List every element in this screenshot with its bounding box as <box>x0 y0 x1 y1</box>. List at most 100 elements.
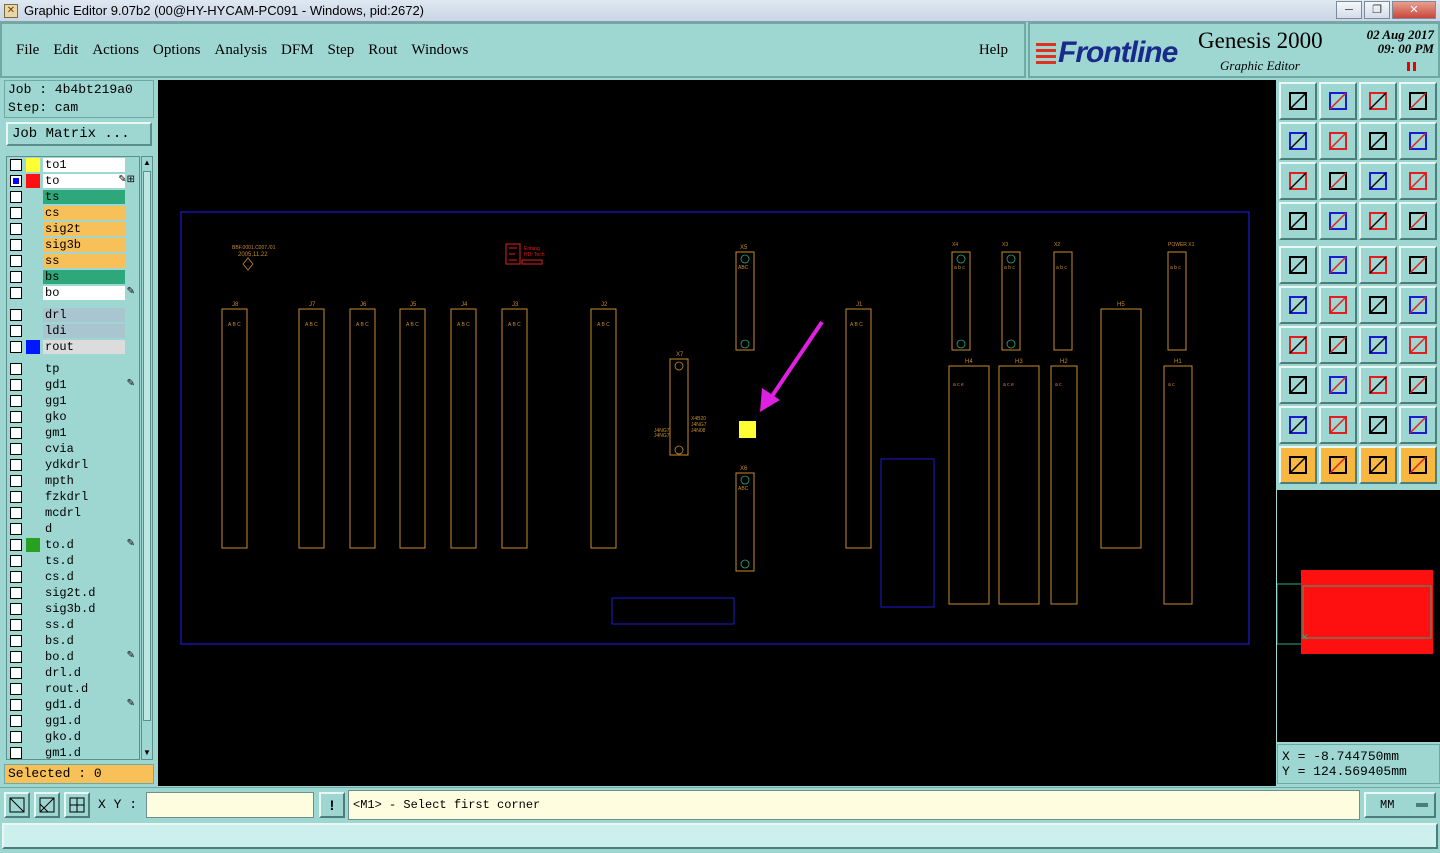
ruler-icon[interactable] <box>1359 246 1397 284</box>
grid-mode-icon[interactable] <box>64 792 90 818</box>
layer-row[interactable]: to.d ✎ <box>7 537 139 553</box>
line-node-icon[interactable] <box>1359 286 1397 324</box>
window-split-icon[interactable] <box>1399 82 1437 120</box>
layer-checkbox[interactable] <box>10 175 22 187</box>
layer-name[interactable]: to.d <box>43 538 125 552</box>
layer-checkbox[interactable] <box>10 539 22 551</box>
scroll-thumb[interactable] <box>143 171 151 721</box>
graphic-canvas[interactable]: BBF.0001.C007./01 2005.11.22 Enfang HDI … <box>158 80 1276 786</box>
layer-row[interactable]: gd1 ✎ <box>7 377 139 393</box>
pointer-box-icon[interactable] <box>1319 446 1357 484</box>
layer-row[interactable]: gm1.d <box>7 745 139 759</box>
layer-checkbox[interactable] <box>10 747 22 759</box>
layer-checkbox[interactable] <box>10 271 22 283</box>
home-view-icon[interactable] <box>1359 82 1397 120</box>
layer-checkbox[interactable] <box>10 427 22 439</box>
layer-checkbox[interactable] <box>10 683 22 695</box>
layer-name[interactable]: ss.d <box>43 618 125 632</box>
layer-row[interactable]: to1 <box>7 157 139 173</box>
layer-name[interactable]: d <box>43 522 125 536</box>
group-icon[interactable] <box>1399 366 1437 404</box>
layer-name[interactable]: cs.d <box>43 570 125 584</box>
layer-checkbox[interactable] <box>10 491 22 503</box>
layer-row[interactable]: sig3b <box>7 237 139 253</box>
layer-row[interactable]: drl.d <box>7 665 139 681</box>
fit-all-icon[interactable] <box>1319 162 1357 200</box>
line-node-2-icon[interactable] <box>1399 286 1437 324</box>
layer-checkbox[interactable] <box>10 571 22 583</box>
layer-name[interactable]: mpth <box>43 474 125 488</box>
layer-checkbox[interactable] <box>10 651 22 663</box>
menu-rout[interactable]: Rout <box>368 42 397 59</box>
layer-row[interactable]: drl <box>7 307 139 323</box>
layer-name[interactable]: rout.d <box>43 682 125 696</box>
pointer-circle-icon[interactable] <box>1359 446 1397 484</box>
layer-row[interactable]: bs <box>7 269 139 285</box>
layer-row[interactable]: gg1 <box>7 393 139 409</box>
menu-dfm[interactable]: DFM <box>281 42 314 59</box>
layer-row[interactable]: gm1 <box>7 425 139 441</box>
layer-name[interactable]: rout <box>43 340 125 354</box>
layer-row[interactable]: rout <box>7 339 139 355</box>
layer-scrollbar[interactable]: ▲ ▼ <box>141 156 153 760</box>
menu-file[interactable]: File <box>16 42 39 59</box>
layer-checkbox[interactable] <box>10 395 22 407</box>
cut-icon[interactable] <box>1319 286 1357 324</box>
layer-row[interactable]: bo.d ✎ <box>7 649 139 665</box>
layer-name[interactable]: ts <box>43 190 125 204</box>
layer-name[interactable]: ydkdrl <box>43 458 125 472</box>
layer-checkbox[interactable] <box>10 325 22 337</box>
layer-name[interactable]: tp <box>43 362 125 376</box>
layer-checkbox[interactable] <box>10 207 22 219</box>
layer-checkbox[interactable] <box>10 159 22 171</box>
layer-row[interactable]: sig2t.d <box>7 585 139 601</box>
layer-checkbox[interactable] <box>10 255 22 267</box>
minimize-icon[interactable]: ─ <box>1336 1 1362 19</box>
layer-name[interactable]: cs <box>43 206 125 220</box>
layer-name[interactable]: gd1.d <box>43 698 125 712</box>
rotate-icon[interactable] <box>1359 326 1397 364</box>
layer-checkbox[interactable] <box>10 475 22 487</box>
scroll-up-icon[interactable]: ▲ <box>142 157 152 169</box>
layer-row[interactable]: gg1.d <box>7 713 139 729</box>
layer-row[interactable]: sig3b.d <box>7 601 139 617</box>
units-select[interactable]: MM <box>1364 792 1436 818</box>
menu-actions[interactable]: Actions <box>92 42 139 59</box>
menu-options[interactable]: Options <box>153 42 201 59</box>
pointer-path-icon[interactable] <box>1399 446 1437 484</box>
layer-row[interactable]: ts.d <box>7 553 139 569</box>
connect-icon[interactable] <box>1279 286 1317 324</box>
close-icon[interactable]: ✕ <box>1392 1 1436 19</box>
layer-row[interactable]: cs <box>7 205 139 221</box>
layer-checkbox[interactable] <box>10 699 22 711</box>
layer-name[interactable]: bo.d <box>43 650 125 664</box>
layer-row[interactable]: rout.d <box>7 681 139 697</box>
layer-checkbox[interactable] <box>10 587 22 599</box>
layer-name[interactable]: drl <box>43 308 125 322</box>
layer-checkbox[interactable] <box>10 223 22 235</box>
layer-row[interactable]: ts <box>7 189 139 205</box>
layer-row[interactable]: gko <box>7 409 139 425</box>
overview-preview[interactable]: ✕ <box>1277 490 1440 742</box>
layer-row[interactable]: gko.d <box>7 729 139 745</box>
board-drawing[interactable]: BBF.0001.C007./01 2005.11.22 Enfang HDI … <box>158 80 1276 786</box>
command-bar[interactable] <box>2 823 1438 849</box>
pad-icon[interactable] <box>1399 246 1437 284</box>
layer-checkbox[interactable] <box>10 363 22 375</box>
layer-checkbox[interactable] <box>10 603 22 615</box>
job-matrix-button[interactable]: Job Matrix ... <box>6 122 152 146</box>
align-icon[interactable] <box>1359 366 1397 404</box>
layer-name[interactable]: bs.d <box>43 634 125 648</box>
layer-checkbox[interactable] <box>10 619 22 631</box>
feature-select-icon[interactable] <box>1279 246 1317 284</box>
menu-step[interactable]: Step <box>328 42 355 59</box>
triangle-hatched-icon[interactable] <box>1399 406 1437 444</box>
undo-zoom-icon[interactable] <box>1359 122 1397 160</box>
layer-row[interactable]: sig2t <box>7 221 139 237</box>
layers-tool-icon[interactable] <box>1399 202 1437 240</box>
layer-checkbox[interactable] <box>10 555 22 567</box>
maximize-icon[interactable]: ❐ <box>1364 1 1390 19</box>
layer-row[interactable]: mpth <box>7 473 139 489</box>
layer-row[interactable]: tp <box>7 361 139 377</box>
layer-row[interactable]: mcdrl <box>7 505 139 521</box>
